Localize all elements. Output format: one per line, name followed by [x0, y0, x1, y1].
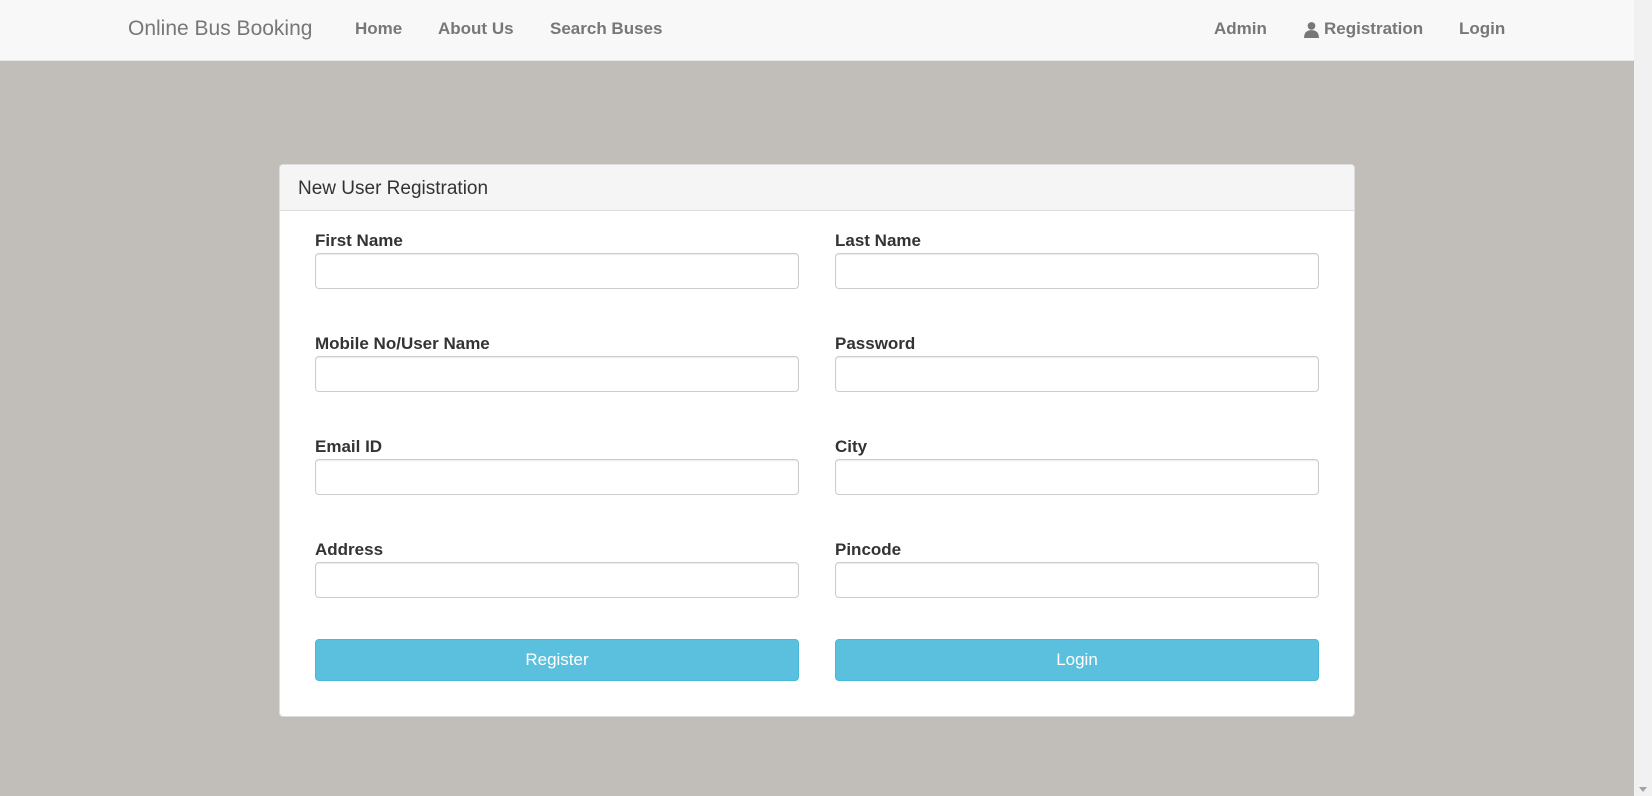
nav-admin-link[interactable]: Admin — [1214, 19, 1267, 39]
password-input[interactable] — [835, 356, 1319, 392]
nav-registration-link[interactable]: Registration — [1303, 19, 1423, 39]
mobile-input[interactable] — [315, 356, 799, 392]
last-name-label: Last Name — [835, 231, 921, 250]
nav-about-link[interactable]: About Us — [438, 19, 514, 39]
last-name-input[interactable] — [835, 253, 1319, 289]
user-icon — [1304, 21, 1319, 38]
city-label: City — [835, 437, 868, 456]
page-scrollbar[interactable] — [1634, 0, 1652, 796]
address-label: Address — [315, 540, 384, 559]
pincode-input[interactable] — [835, 562, 1319, 598]
panel-title: New User Registration — [280, 165, 1354, 211]
top-navbar: Online Bus Booking Home About Us Search … — [0, 0, 1634, 61]
mobile-label: Mobile No/User Name — [315, 334, 490, 353]
address-input[interactable] — [315, 562, 799, 598]
email-input[interactable] — [315, 459, 799, 495]
scroll-down-arrow-icon[interactable] — [1639, 787, 1647, 792]
first-name-input[interactable] — [315, 253, 799, 289]
pincode-label: Pincode — [835, 540, 902, 559]
nav-registration-label: Registration — [1324, 19, 1424, 38]
nav-login-link[interactable]: Login — [1459, 19, 1505, 39]
register-button[interactable]: Register — [315, 639, 799, 681]
password-label: Password — [835, 334, 916, 353]
registration-panel: New User Registration First Name Last Na… — [279, 164, 1355, 717]
email-label: Email ID — [315, 437, 383, 456]
nav-search-buses-link[interactable]: Search Buses — [550, 19, 662, 39]
brand-link[interactable]: Online Bus Booking — [128, 17, 312, 41]
login-button[interactable]: Login — [835, 639, 1319, 681]
first-name-label: First Name — [315, 231, 403, 250]
city-input[interactable] — [835, 459, 1319, 495]
nav-home-link[interactable]: Home — [355, 19, 402, 39]
